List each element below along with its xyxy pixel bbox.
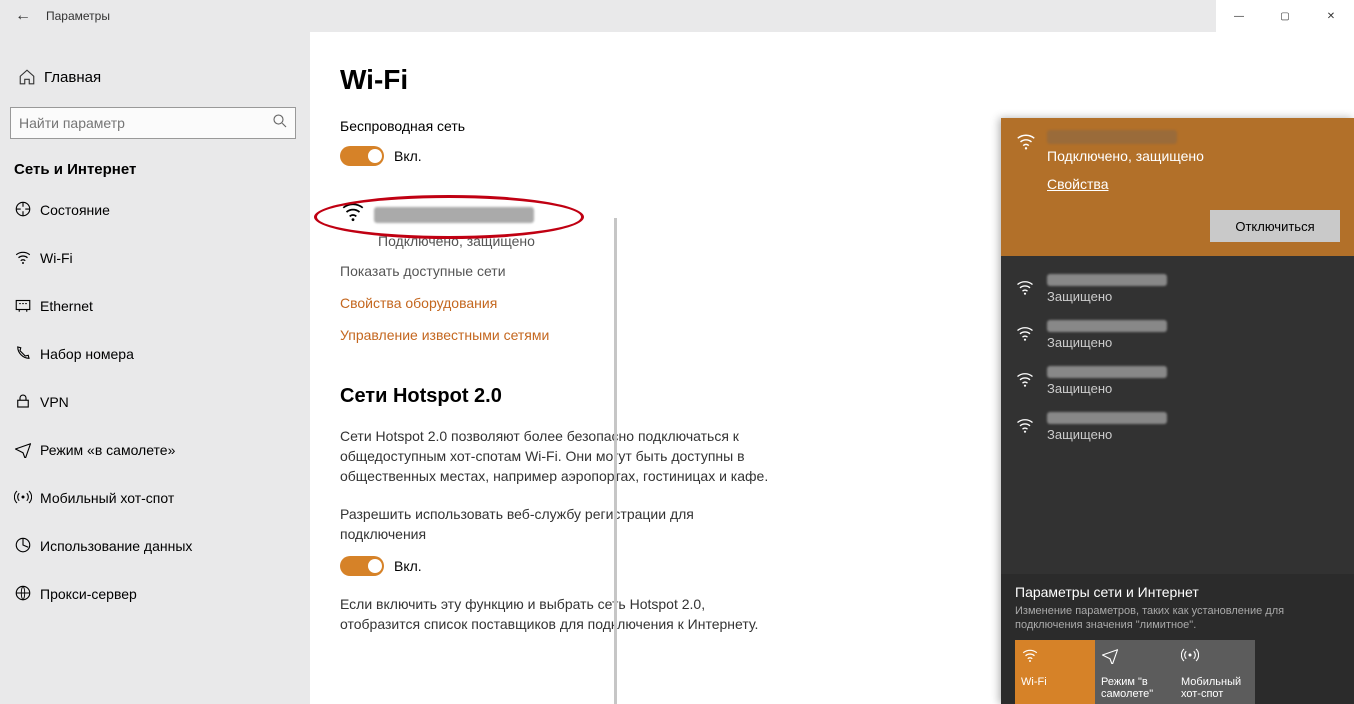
wifi-icon (1015, 130, 1041, 158)
search-field[interactable] (11, 115, 265, 131)
network-name-redacted (374, 207, 534, 223)
flyout-network-item[interactable]: Защищено (1015, 312, 1340, 358)
network-flyout: Подключено, защищено Свойства Отключитьс… (1001, 118, 1354, 704)
sidebar-item-label: Ethernet (40, 298, 93, 314)
window-title: Параметры (46, 9, 110, 23)
toggle-switch[interactable] (340, 146, 384, 166)
wifi-icon (1015, 323, 1041, 348)
sidebar-item-label: Wi-Fi (40, 250, 73, 266)
tile-wifi[interactable]: Wi-Fi (1015, 640, 1095, 704)
network-status: Защищено (1047, 427, 1167, 442)
toggle-switch[interactable] (340, 556, 384, 576)
hotspot-desc: Сети Hotspot 2.0 позволяют более безопас… (340, 426, 780, 486)
dialup-icon (14, 344, 40, 365)
back-button[interactable]: ← (0, 7, 46, 25)
network-name-redacted (1047, 412, 1167, 424)
flyout-network-item[interactable]: Защищено (1015, 358, 1340, 404)
wifi-icon (1015, 277, 1041, 302)
sidebar-item-airplane[interactable]: Режим «в самолете» (0, 426, 310, 474)
flyout-settings[interactable]: Параметры сети и Интернет Изменение пара… (1001, 574, 1354, 704)
network-name-redacted (1047, 320, 1167, 332)
airplane-icon (14, 440, 40, 461)
network-name-redacted (1047, 274, 1167, 286)
sidebar-item-data[interactable]: Использование данных (0, 522, 310, 570)
close-button[interactable]: ✕ (1308, 0, 1354, 32)
hotspot-icon (1181, 646, 1249, 676)
sidebar-item-proxy[interactable]: Прокси-сервер (0, 570, 310, 618)
sidebar-item-hotspot[interactable]: Мобильный хот-спот (0, 474, 310, 522)
network-status: Защищено (1047, 335, 1167, 350)
wifi-icon (1015, 369, 1041, 394)
toggle-label: Вкл. (394, 148, 422, 164)
search-icon (265, 112, 295, 135)
status-icon (14, 200, 40, 221)
vpn-icon (14, 392, 40, 413)
sidebar-item-status[interactable]: Состояние (0, 186, 310, 234)
hotspot-icon (14, 488, 40, 509)
maximize-button[interactable]: ▢ (1262, 0, 1308, 32)
sidebar-item-label: Режим «в самолете» (40, 442, 175, 458)
ethernet-icon (14, 296, 40, 317)
minimize-button[interactable]: — (1216, 0, 1262, 32)
sidebar-item-ethernet[interactable]: Ethernet (0, 282, 310, 330)
search-input[interactable] (10, 107, 296, 139)
tile-airplane[interactable]: Режим "в самолете" (1095, 640, 1175, 704)
flyout-properties-link[interactable]: Свойства (1047, 176, 1204, 192)
hotspot-note: Если включить эту функцию и выбрать сеть… (340, 594, 780, 634)
home-icon (14, 68, 40, 86)
sidebar-heading: Сеть и Интернет (0, 139, 310, 186)
data-icon (14, 536, 40, 557)
page-title: Wi-Fi (340, 64, 1354, 96)
sidebar-item-label: Состояние (40, 202, 110, 218)
network-name-redacted (1047, 130, 1177, 144)
hotspot-toggle-label: Разрешить использовать веб-службу регист… (340, 504, 780, 544)
sidebar-item-vpn[interactable]: VPN (0, 378, 310, 426)
airplane-icon (1101, 646, 1169, 676)
sidebar-item-label: Набор номера (40, 346, 134, 362)
sidebar-item-label: Мобильный хот-спот (40, 490, 174, 506)
sidebar: Главная Сеть и Интернет Состояние Wi-Fi Et… (0, 32, 310, 704)
toggle-label: Вкл. (394, 558, 422, 574)
network-status: Защищено (1047, 289, 1167, 304)
flyout-settings-sub: Изменение параметров, таких как установл… (1015, 604, 1340, 632)
sidebar-item-label: Использование данных (40, 538, 192, 554)
tile-label: Режим "в самолете" (1101, 676, 1169, 700)
scroll-indicator (614, 218, 617, 704)
sidebar-item-dialup[interactable]: Набор номера (0, 330, 310, 378)
wifi-icon (1015, 415, 1041, 440)
sidebar-home-label: Главная (44, 69, 101, 86)
flyout-connected[interactable]: Подключено, защищено Свойства Отключитьс… (1001, 118, 1354, 256)
tile-label: Wi-Fi (1021, 676, 1089, 688)
wifi-icon (340, 198, 366, 231)
sidebar-item-label: VPN (40, 394, 69, 410)
disconnect-button[interactable]: Отключиться (1210, 210, 1340, 242)
flyout-network-item[interactable]: Защищено (1015, 404, 1340, 450)
flyout-connected-status: Подключено, защищено (1047, 148, 1204, 164)
wifi-icon (1021, 646, 1089, 676)
flyout-settings-title: Параметры сети и Интернет (1015, 584, 1340, 600)
sidebar-item-label: Прокси-сервер (40, 586, 137, 602)
sidebar-home[interactable]: Главная (0, 55, 310, 99)
tile-label: Мобильный хот-спот (1181, 676, 1249, 700)
tile-hotspot[interactable]: Мобильный хот-спот (1175, 640, 1255, 704)
network-status: Защищено (1047, 381, 1167, 396)
flyout-network-item[interactable]: Защищено (1015, 266, 1340, 312)
title-bar: ← Параметры — ▢ ✕ (0, 0, 1354, 32)
network-name-redacted (1047, 366, 1167, 378)
sidebar-item-wifi[interactable]: Wi-Fi (0, 234, 310, 282)
wifi-icon (14, 248, 40, 269)
proxy-icon (14, 584, 40, 605)
